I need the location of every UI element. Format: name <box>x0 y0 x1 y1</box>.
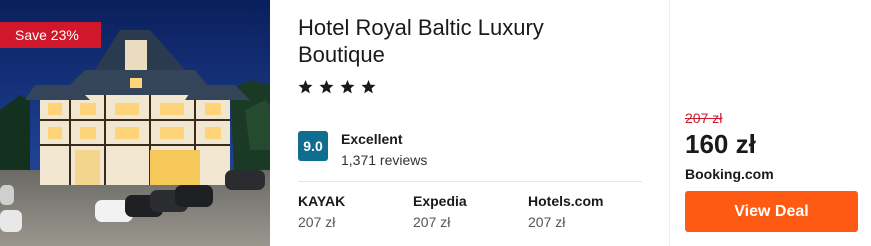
rating-label: Excellent <box>341 131 403 147</box>
review-count: 1,371 reviews <box>341 152 428 168</box>
discount-badge: Save 23% <box>0 22 101 48</box>
provider-hotels-com[interactable]: Hotels.com 207 zł <box>528 192 643 231</box>
star-icon <box>298 80 313 94</box>
provider-expedia[interactable]: Expedia 207 zł <box>413 192 528 231</box>
provider-name: Hotels.com <box>528 193 604 209</box>
provider-kayak[interactable]: KAYAK 207 zł <box>298 192 413 231</box>
provider-price: 207 zł <box>528 214 566 230</box>
hotel-name[interactable]: Hotel Royal Baltic Luxury Boutique <box>298 14 628 68</box>
star-icon <box>319 80 334 94</box>
provider-name: Expedia <box>413 193 467 209</box>
star-rating <box>298 80 376 94</box>
divider <box>298 181 642 182</box>
provider-prices: KAYAK 207 zł Expedia 207 zł Hotels.com 2… <box>298 192 643 231</box>
hotel-card: Save 23% Hotel Royal Baltic Luxury Bouti… <box>0 0 871 246</box>
provider-name: KAYAK <box>298 193 346 209</box>
provider-price: 207 zł <box>413 214 451 230</box>
deal-price: 160 zł <box>685 129 756 159</box>
view-deal-button[interactable]: View Deal <box>685 191 858 232</box>
hotel-photo[interactable]: Save 23% <box>0 0 270 246</box>
hotel-info: Hotel Royal Baltic Luxury Boutique 9.0 E… <box>270 0 669 246</box>
original-price: 207 zł <box>685 110 723 126</box>
rating-text: Excellent 1,371 reviews <box>341 130 427 169</box>
star-icon <box>340 80 355 94</box>
best-deal: 207 zł 160 zł Booking.com View Deal <box>669 0 871 246</box>
guest-rating[interactable]: 9.0 Excellent 1,371 reviews <box>298 130 427 169</box>
deal-provider: Booking.com <box>685 166 774 182</box>
provider-price: 207 zł <box>298 214 336 230</box>
star-icon <box>361 80 376 94</box>
rating-score: 9.0 <box>298 131 328 161</box>
